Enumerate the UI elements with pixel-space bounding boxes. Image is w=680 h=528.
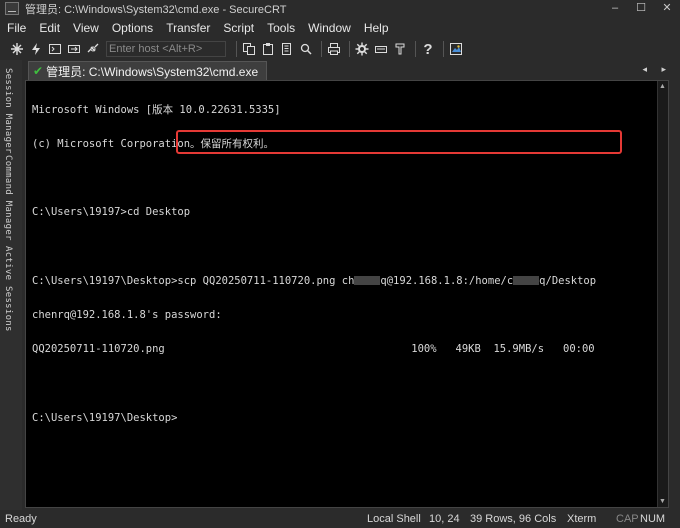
status-terminal-size: 39 Rows, 96 Cols xyxy=(470,513,557,525)
terminal-view[interactable]: Microsoft Windows [版本 10.0.22631.5335] (… xyxy=(25,80,669,508)
menu-file[interactable]: File xyxy=(7,21,26,35)
status-bar: Ready Local Shell 10, 24 39 Rows, 96 Col… xyxy=(0,510,680,528)
enter-host-input[interactable]: Enter host <Alt+R> xyxy=(106,41,226,57)
connect-icon[interactable] xyxy=(9,41,25,57)
menu-help[interactable]: Help xyxy=(364,21,389,35)
side-panel: Session Manager Command Manager Active S… xyxy=(0,60,22,510)
title-bar: 管理员: C:\Windows\System32\cmd.exe - Secur… xyxy=(0,0,680,17)
redacted-text xyxy=(354,276,381,286)
securecrt-app-icon xyxy=(5,2,19,15)
menu-window[interactable]: Window xyxy=(308,21,351,35)
toolbar-separator xyxy=(415,41,416,57)
session-tab[interactable]: ✔ 管理员: C:\Windows\System32\cmd.exe xyxy=(28,61,267,80)
status-caps-lock: CAP xyxy=(616,513,639,525)
connect-in-tab-icon[interactable] xyxy=(47,41,63,57)
status-cursor-position: 10, 24 xyxy=(429,513,460,525)
active-sessions-tab[interactable]: Active Sessions xyxy=(3,246,19,332)
session-tab-label: 管理员: C:\Windows\System32\cmd.exe xyxy=(46,64,259,79)
transfer-progress-line: QQ20250711-110720.png 100% 49KB 15.9MB/s… xyxy=(32,343,595,356)
copy-paste-icon[interactable] xyxy=(279,41,295,57)
menu-script[interactable]: Script xyxy=(223,21,254,35)
toolbar: Enter host <Alt+R> ? xyxy=(0,38,680,60)
menu-bar: File Edit View Options Transfer Script T… xyxy=(0,18,680,38)
menu-transfer[interactable]: Transfer xyxy=(166,21,210,35)
scroll-up-icon[interactable]: ▲ xyxy=(659,83,666,90)
toolbar-separator xyxy=(349,41,350,57)
window-title: 管理员: C:\Windows\System32\cmd.exe - Secur… xyxy=(25,3,287,16)
print-icon[interactable] xyxy=(326,41,342,57)
command-manager-tab[interactable]: Command Manager xyxy=(3,155,19,241)
menu-edit[interactable]: Edit xyxy=(39,21,60,35)
scroll-down-icon[interactable]: ▼ xyxy=(659,498,666,505)
sftp-icon[interactable] xyxy=(373,41,389,57)
copy-icon[interactable] xyxy=(241,41,257,57)
close-button[interactable]: ✕ xyxy=(654,0,680,17)
terminal-prompt: C:\Users\19197\Desktop> xyxy=(32,411,178,424)
menu-tools[interactable]: Tools xyxy=(267,21,295,35)
quick-connect-icon[interactable] xyxy=(28,41,44,57)
status-shell: Local Shell xyxy=(367,513,421,525)
scp-command-middle: q@192.168.1.8:/home/c xyxy=(380,274,514,287)
session-manager-tab[interactable]: Session Manager xyxy=(3,68,19,154)
menu-view[interactable]: View xyxy=(73,21,99,35)
find-icon[interactable] xyxy=(298,41,314,57)
status-num-lock: NUM xyxy=(640,513,666,525)
tab-scroll-arrows[interactable]: ◂ ▸ xyxy=(642,64,672,75)
paste-icon[interactable] xyxy=(260,41,276,57)
reconnect-icon[interactable] xyxy=(66,41,82,57)
menu-options[interactable]: Options xyxy=(112,21,153,35)
scp-command-suffix: q/Desktop xyxy=(539,274,597,287)
terminal-scrollbar[interactable]: ▲ ▼ xyxy=(657,81,668,507)
session-options-icon[interactable] xyxy=(354,41,370,57)
terminal-line: chenrq@192.168.1.8's password: xyxy=(32,309,222,322)
toolbar-separator xyxy=(321,41,322,57)
minimize-button[interactable]: – xyxy=(602,0,628,17)
disconnect-icon[interactable] xyxy=(85,41,101,57)
status-ready: Ready xyxy=(5,513,37,525)
connected-check-icon: ✔ xyxy=(33,64,44,78)
help-icon[interactable]: ? xyxy=(420,41,436,58)
highlight-box xyxy=(176,130,622,154)
terminal-line: Microsoft Windows [版本 10.0.22631.5335] xyxy=(32,103,281,116)
keymap-icon[interactable] xyxy=(392,41,408,57)
terminal-line: C:\Users\19197>cd Desktop xyxy=(32,206,191,219)
toolbar-separator xyxy=(236,41,237,57)
redacted-text xyxy=(513,276,540,286)
maximize-button[interactable]: ☐ xyxy=(628,0,654,17)
scp-command-line: C:\Users\19197\Desktop>scp QQ20250711-11… xyxy=(32,274,597,287)
session-tab-strip: ✔ 管理员: C:\Windows\System32\cmd.exe ◂ ▸ xyxy=(22,60,680,80)
toolbar-separator xyxy=(443,41,444,57)
status-terminal-type: Xterm xyxy=(567,513,597,525)
scp-command-prefix: C:\Users\19197\Desktop>scp QQ20250711-11… xyxy=(32,274,355,287)
image-icon[interactable] xyxy=(448,41,464,57)
